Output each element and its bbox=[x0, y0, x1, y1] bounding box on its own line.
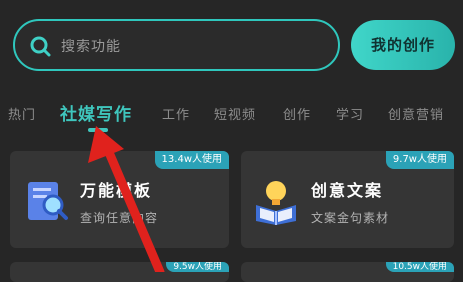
search-bar[interactable]: 搜索功能 bbox=[13, 19, 340, 71]
usage-badge: 10.5w人使用 bbox=[385, 262, 454, 272]
template-search-icon bbox=[28, 182, 68, 220]
tab-social-writing[interactable]: 社媒写作 bbox=[60, 100, 132, 125]
tab-work[interactable]: 工作 bbox=[162, 104, 190, 123]
card-bottom-left[interactable]: 9.5w人使用 bbox=[10, 262, 229, 282]
tab-create[interactable]: 创作 bbox=[283, 104, 311, 123]
usage-badge: 9.5w人使用 bbox=[166, 262, 229, 272]
search-icon bbox=[30, 36, 51, 57]
card-description: 查询任意内容 bbox=[80, 211, 159, 225]
card-creative-copy[interactable]: 9.7w人使用 创意文案 文案金句素材 bbox=[241, 151, 454, 248]
search-placeholder: 搜索功能 bbox=[61, 39, 121, 55]
card-title: 创意文案 bbox=[311, 181, 384, 200]
card-template[interactable]: 13.4w人使用 万能模板 查询任意内容 bbox=[10, 151, 229, 248]
my-work-button[interactable]: 我的创作 bbox=[351, 20, 455, 70]
active-tab-indicator bbox=[88, 128, 108, 132]
tab-short-video[interactable]: 短视频 bbox=[214, 104, 256, 123]
card-title: 万能模板 bbox=[80, 181, 153, 200]
tab-hot[interactable]: 热门 bbox=[8, 104, 36, 123]
usage-badge: 9.7w人使用 bbox=[385, 151, 454, 169]
card-bottom-right[interactable]: 10.5w人使用 bbox=[241, 262, 454, 282]
tab-creative-marketing[interactable]: 创意营销 bbox=[388, 104, 444, 123]
usage-badge: 13.4w人使用 bbox=[154, 151, 229, 169]
card-description: 文案金句素材 bbox=[311, 211, 390, 225]
category-tabs: 热门 社媒写作 工作 短视频 创作 学习 创意营销 bbox=[0, 98, 463, 128]
idea-book-icon bbox=[256, 181, 296, 225]
tab-study[interactable]: 学习 bbox=[336, 104, 364, 123]
